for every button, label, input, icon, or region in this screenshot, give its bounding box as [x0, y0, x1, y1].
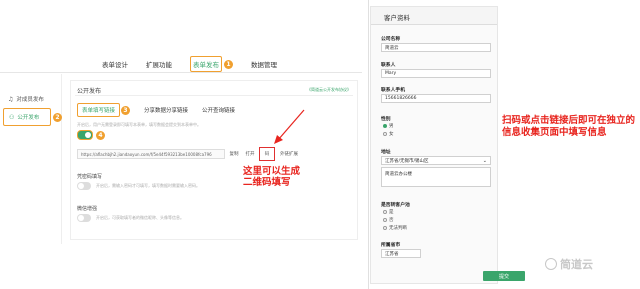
step-badge-3: 3: [121, 105, 131, 115]
section-title: 公开发布: [77, 88, 102, 95]
public-link-field[interactable]: https://aflachbjh2.jiandaoyun.com/f/5e44…: [77, 149, 225, 159]
nav-divider: [0, 72, 362, 73]
sidebar-item-member-publish[interactable]: ♫ 对成员发布: [3, 90, 59, 108]
contact-input[interactable]: Mary: [381, 69, 491, 78]
sidebar: ♫ 对成员发布 ⚇ 公开发布 2: [0, 74, 62, 244]
pool-option-no[interactable]: 否: [383, 217, 394, 223]
chevron-down-icon: ⌄: [482, 157, 487, 164]
address-detail-input[interactable]: 简道云办公楼: [381, 167, 491, 187]
city-input[interactable]: 江苏省: [381, 249, 421, 258]
divider: [75, 95, 353, 96]
pool-option-yes[interactable]: 是: [383, 209, 394, 215]
tip-text: 扫码或点击链接后即可在独立的信息收集页面中填写信息: [502, 115, 636, 138]
watermark: 简道云: [545, 256, 593, 272]
radio-icon: [383, 218, 387, 222]
publish-hint: 开启后，用户无需登录即可填写本表单，填写数据会提交到本表单中。: [77, 122, 201, 127]
radio-icon: [383, 226, 387, 230]
link-row: https://aflachbjh2.jiandaoyun.com/f/5e44…: [77, 147, 301, 161]
customer-form: 客户资料 公司名称 简道云 联系人 Mary 联系人手机 15661826666…: [370, 6, 498, 284]
qr-code-button[interactable]: 码: [259, 147, 275, 161]
radio-selected-icon: [383, 124, 387, 128]
tab-data-management[interactable]: 数据管理: [249, 57, 279, 71]
annotation-arrow: [274, 109, 305, 144]
company-input[interactable]: 简道云: [381, 43, 491, 52]
tab-form-design[interactable]: 表单设计: [100, 57, 130, 71]
subtab-fill-link[interactable]: 表单填写链接: [77, 103, 121, 117]
option-label: 是: [389, 210, 394, 215]
tab-publish-wrap: 表单发布 1: [188, 54, 235, 74]
sidebar-item-public-wrap: ⚇ 公开发布 2: [3, 108, 62, 126]
agreement-link[interactable]: 《简道云公开发布协议》: [307, 87, 351, 93]
step-badge-4: 4: [96, 130, 105, 140]
people-icon: ⚇: [9, 113, 15, 121]
pool-label: 是否转客户池: [381, 203, 410, 208]
sidebar-item-label: 公开发布: [17, 115, 40, 121]
wechat-enhance-title: 微信增强: [77, 206, 98, 212]
tab-extensions[interactable]: 扩展功能: [144, 57, 174, 71]
watermark-logo-icon: [545, 258, 557, 270]
bell-icon: ♫: [8, 95, 14, 103]
company-label: 公司名称: [381, 37, 401, 42]
option-label: 否: [389, 218, 394, 223]
panel-divider: [368, 0, 369, 289]
watermark-text: 简道云: [560, 258, 593, 271]
copy-button[interactable]: 复制: [227, 149, 241, 159]
wechat-hint: 开启后，可获取填写者的微信昵称、头像等信息。: [96, 215, 184, 220]
contact-label: 联系人: [381, 63, 396, 68]
subtab-share-link[interactable]: 分享数据分享链接: [144, 106, 188, 114]
region-value: 江苏省/无锡市/锡山区: [385, 158, 429, 164]
phone-input[interactable]: 15661826666: [381, 94, 491, 103]
password-toggle[interactable]: [77, 182, 91, 190]
pool-option-unknown[interactable]: 无法判断: [383, 225, 407, 231]
option-label: 男: [389, 124, 394, 129]
step-badge-1: 1: [224, 59, 233, 69]
top-nav: 表单设计 扩展功能 表单发布 1 数据管理: [100, 56, 279, 72]
wechat-toggle[interactable]: [77, 214, 91, 222]
public-toggle-row: 4: [77, 130, 105, 140]
external-extension-button[interactable]: 外链扩展: [277, 149, 301, 159]
sidebar-item-public-publish[interactable]: ⚇ 公开发布: [3, 108, 51, 126]
password-fill-title: 凭密码填写: [77, 174, 103, 180]
form-title: 客户资料: [371, 7, 497, 25]
password-fill-row: 开启后，需输入密码才可填写，填写数据时需要输入密码。: [77, 182, 200, 190]
publish-content: 公开发布 《简道云公开发布协议》 表单填写链接 3 分享数据分享链接 公开查询链…: [70, 80, 358, 240]
gender-option-male[interactable]: 男: [383, 123, 394, 129]
subtab-query-link[interactable]: 公开查询链接: [202, 106, 235, 114]
subtab-wrap: 表单填写链接 3: [77, 103, 131, 117]
sidebar-item-label: 对成员发布: [16, 97, 44, 103]
password-hint: 开启后，需输入密码才可填写，填写数据时需要输入密码。: [96, 183, 200, 188]
option-label: 女: [389, 132, 394, 137]
public-toggle[interactable]: [77, 130, 93, 140]
publish-settings-panel: 表单设计 扩展功能 表单发布 1 数据管理 ♫ 对成员发布 ⚇ 公开发布 2 公…: [0, 0, 362, 289]
phone-label: 联系人手机: [381, 88, 405, 93]
submit-button[interactable]: 提交: [483, 271, 525, 281]
tab-form-publish[interactable]: 表单发布: [190, 56, 222, 72]
region-select[interactable]: 江苏省/无锡市/锡山区 ⌄: [381, 156, 491, 165]
gender-option-female[interactable]: 女: [383, 131, 394, 137]
city-label: 所属省市: [381, 243, 401, 248]
option-label: 无法判断: [389, 226, 407, 231]
wechat-enhance-row: 开启后，可获取填写者的微信昵称、头像等信息。: [77, 214, 184, 222]
open-button[interactable]: 打开: [243, 149, 257, 159]
step-badge-2: 2: [53, 112, 62, 122]
annotation-text: 这里可以生成 二维码填写: [243, 166, 301, 188]
address-label: 地址: [381, 150, 391, 155]
radio-icon: [383, 210, 387, 214]
publish-subtabs: 表单填写链接 3 分享数据分享链接 公开查询链接: [77, 103, 235, 117]
radio-icon: [383, 132, 387, 136]
gender-label: 性别: [381, 117, 391, 122]
